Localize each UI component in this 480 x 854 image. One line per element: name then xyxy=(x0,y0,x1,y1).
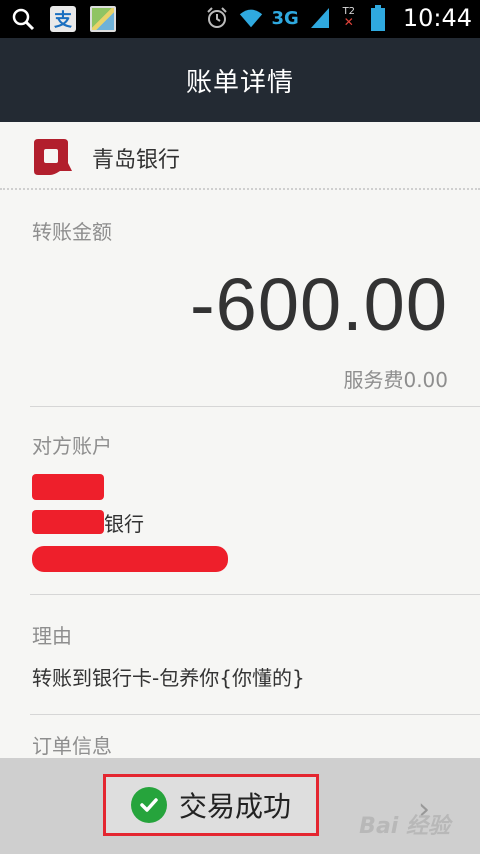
dotted-divider xyxy=(0,188,480,190)
reason-text: 转账到银行卡-包养你{你懂的} xyxy=(32,666,305,690)
check-circle-icon xyxy=(130,787,167,823)
redacted-account-name xyxy=(32,474,104,500)
transfer-amount-label: 转账金额 xyxy=(32,220,112,244)
sim2-icon: T2 ✕ xyxy=(342,6,356,29)
wifi-icon xyxy=(238,4,264,32)
alarm-icon xyxy=(204,4,230,32)
network-type-label: 3G xyxy=(271,7,299,29)
divider xyxy=(30,406,480,407)
divider xyxy=(30,714,480,715)
transaction-status[interactable]: 交易成功 xyxy=(103,774,319,836)
baidu-watermark: Bai 经验 xyxy=(359,814,450,839)
image-app-icon xyxy=(90,6,116,32)
clock-time: 10:44 xyxy=(402,4,472,32)
transaction-status-text: 交易成功 xyxy=(178,790,291,823)
alipay-app-icon: 支 xyxy=(50,6,76,32)
bank-row: 青岛银行 xyxy=(0,122,480,188)
divider xyxy=(30,594,480,595)
transfer-amount: -600.00 xyxy=(190,263,448,346)
search-icon xyxy=(10,5,36,33)
battery-icon xyxy=(365,4,391,32)
redacted-account-number xyxy=(32,546,228,572)
app-header: 账单详情 xyxy=(0,38,480,122)
order-info-label: 订单信息 xyxy=(32,734,112,758)
reason-label: 理由 xyxy=(32,624,72,648)
signal-icon xyxy=(307,4,333,32)
redacted-bank-prefix xyxy=(32,510,104,534)
qingdao-bank-logo-icon xyxy=(30,137,72,177)
bottom-status-bar: 交易成功 › Bai 经验 xyxy=(0,758,480,854)
page-title: 账单详情 xyxy=(185,67,294,98)
service-fee: 服务费0.00 xyxy=(343,368,448,392)
bill-detail-card: 青岛银行 转账金额 -600.00 服务费0.00 对方账户 银行 理由 转账到… xyxy=(0,122,480,758)
counterparty-bank: 银行 xyxy=(104,512,144,536)
bank-name: 青岛银行 xyxy=(92,148,181,173)
status-bar: 支 3G T2 ✕ 10:44 xyxy=(0,0,480,38)
counterparty-label: 对方账户 xyxy=(32,434,112,458)
